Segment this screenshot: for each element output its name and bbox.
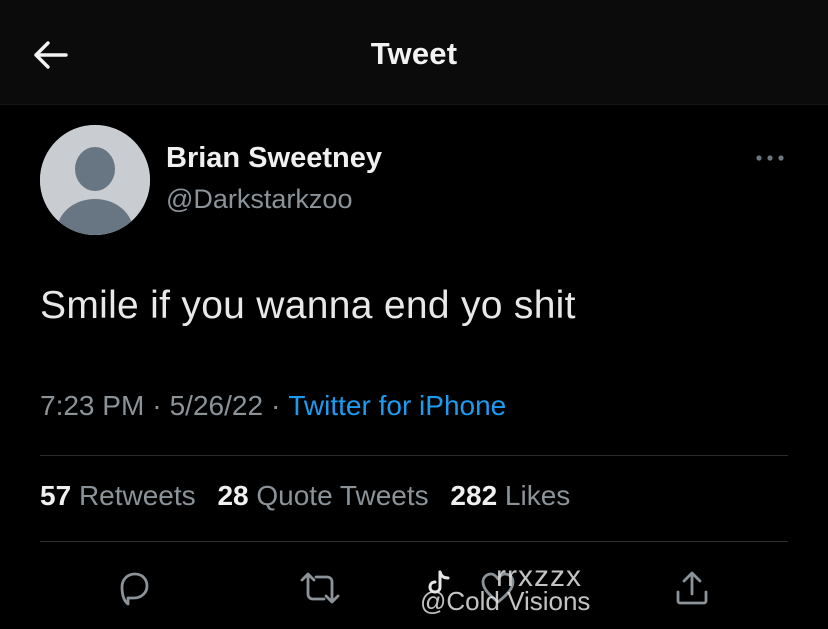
default-avatar-icon [40, 125, 150, 235]
watermark-handle: @Cold Visions [420, 586, 591, 616]
reply-button[interactable] [112, 566, 156, 610]
share-icon [676, 571, 708, 605]
meta-separator: · [152, 390, 162, 421]
likes-count: 282 [450, 480, 498, 511]
tweet-text: Smile if you wanna end yo shit [40, 284, 576, 327]
quote-tweets-label: Quote Tweets [256, 480, 429, 511]
divider [40, 455, 788, 456]
share-button[interactable] [670, 566, 714, 610]
more-options-button[interactable] [752, 146, 788, 170]
more-horizontal-icon [756, 155, 784, 161]
retweets-label: Retweets [78, 480, 196, 511]
tweet-meta: 7:23 PM · 5/26/22 · Twitter for iPhone [40, 390, 506, 422]
page-title: Tweet [370, 36, 458, 71]
retweet-button[interactable] [298, 566, 342, 610]
retweet-icon [300, 572, 340, 604]
tweet-time: 7:23 PM [40, 390, 145, 421]
likes-stat[interactable]: 282 Likes [450, 480, 570, 511]
author-handle[interactable]: @Darkstarkzoo [166, 184, 352, 215]
tweet-stats: 57 Retweets 28 Quote Tweets 282 Likes [40, 480, 584, 512]
top-nav-bar: Tweet [0, 0, 828, 105]
meta-separator: · [271, 390, 281, 421]
tweet-source-link[interactable]: Twitter for iPhone [288, 390, 506, 421]
quote-tweets-count: 28 [217, 480, 249, 511]
tweet-date: 5/26/22 [169, 390, 264, 421]
likes-label: Likes [504, 480, 571, 511]
retweets-count: 57 [40, 480, 72, 511]
reply-icon [120, 572, 149, 606]
retweets-stat[interactable]: 57 Retweets [40, 480, 196, 511]
avatar[interactable] [40, 125, 150, 235]
divider [40, 541, 788, 542]
author-display-name[interactable]: Brian Sweetney [166, 142, 382, 175]
quote-tweets-stat[interactable]: 28 Quote Tweets [217, 480, 428, 511]
tweet-detail-screen: Tweet Brian Sweetney @Darkstarkzoo Smile… [0, 0, 828, 629]
